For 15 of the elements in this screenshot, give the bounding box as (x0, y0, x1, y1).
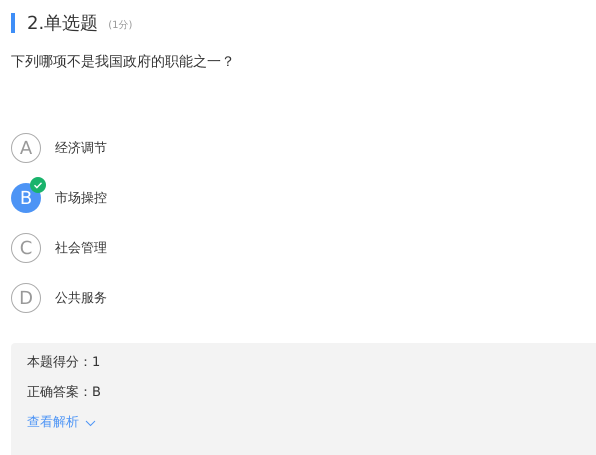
score-text: 本题得分：1 (27, 354, 102, 372)
option-text: 公共服务 (55, 290, 107, 307)
option-letter[interactable]: D (11, 283, 41, 313)
question-title: 2.单选题 (27, 12, 98, 35)
answer-text: 正确答案：B (27, 384, 102, 402)
option-text: 市场操控 (55, 190, 107, 207)
question-points: (1分) (108, 19, 132, 32)
question-text: 下列哪项不是我国政府的职能之一？ (10, 53, 236, 71)
option-letter[interactable]: A (11, 133, 41, 163)
chevron-down-icon (85, 420, 96, 426)
analysis-link[interactable]: 查看解析 (27, 414, 596, 432)
option-letter[interactable]: C (11, 233, 41, 263)
option-text: 社会管理 (55, 240, 107, 257)
option-text: 经济调节 (55, 140, 107, 157)
accent-bar (11, 13, 15, 33)
